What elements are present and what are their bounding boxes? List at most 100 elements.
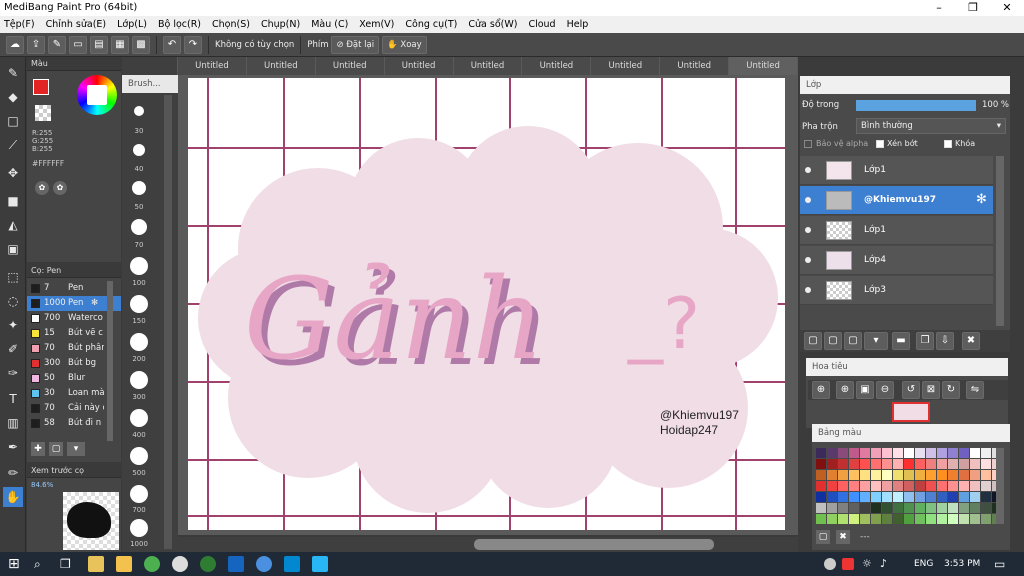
- color-swatch[interactable]: [882, 492, 892, 502]
- color-swatch[interactable]: [915, 470, 925, 480]
- menu-file[interactable]: Tệp(F): [4, 19, 35, 30]
- eyedropper-tool-icon[interactable]: ✒: [3, 437, 23, 457]
- color-swatch[interactable]: [926, 503, 936, 513]
- color-swatch[interactable]: [915, 514, 925, 524]
- color-swatch[interactable]: [849, 459, 859, 469]
- color-swatch[interactable]: [915, 492, 925, 502]
- gradient-tool-icon[interactable]: ▣: [3, 239, 23, 259]
- divide-tool-icon[interactable]: ▥: [3, 413, 23, 433]
- size-dot[interactable]: [134, 106, 144, 116]
- navigator-thumbnail[interactable]: [892, 402, 930, 422]
- color-swatch[interactable]: [959, 503, 969, 513]
- color-swatch[interactable]: [926, 481, 936, 491]
- size-dot[interactable]: [130, 519, 148, 537]
- color-picker-square[interactable]: [87, 85, 107, 105]
- color-swatch[interactable]: [937, 481, 947, 491]
- merge-layer-icon[interactable]: ⇩: [936, 332, 954, 350]
- color-swatch[interactable]: [838, 514, 848, 524]
- color-swatch[interactable]: [959, 448, 969, 458]
- eye-icon[interactable]: [805, 167, 811, 173]
- color-swatch[interactable]: [860, 448, 870, 458]
- color-swatch[interactable]: [849, 492, 859, 502]
- color-swatch[interactable]: [838, 503, 848, 513]
- medibang-icon[interactable]: [172, 556, 188, 572]
- color-swatch[interactable]: [904, 492, 914, 502]
- color-swatch[interactable]: [937, 470, 947, 480]
- size-dot[interactable]: [130, 333, 148, 351]
- color-swatch[interactable]: [948, 503, 958, 513]
- color-swatch[interactable]: [904, 514, 914, 524]
- color-swatch[interactable]: [959, 481, 969, 491]
- select-eraser-tool-icon[interactable]: ✑: [3, 363, 23, 383]
- trash-icon[interactable]: ✖: [836, 530, 850, 544]
- eraser-tool-icon[interactable]: ◆: [3, 87, 23, 107]
- color-swatch[interactable]: [860, 503, 870, 513]
- reset-button[interactable]: ⊘ Đặt lại: [331, 35, 380, 54]
- cloud-icon[interactable]: ☁: [6, 35, 24, 54]
- tray-icon[interactable]: [824, 558, 836, 570]
- save-icon[interactable]: ▤: [90, 35, 108, 54]
- color-swatch[interactable]: [893, 514, 903, 524]
- color-swatch[interactable]: [937, 459, 947, 469]
- opacity-slider[interactable]: [856, 100, 976, 111]
- color-swatch[interactable]: [860, 459, 870, 469]
- droplet-icon[interactable]: [312, 556, 328, 572]
- color-swatch[interactable]: [904, 459, 914, 469]
- eye-icon[interactable]: [805, 227, 811, 233]
- color-swatch[interactable]: [827, 503, 837, 513]
- new-brush-icon[interactable]: ▢: [49, 442, 63, 456]
- fit-icon[interactable]: ▣: [856, 381, 874, 399]
- color-swatch[interactable]: [970, 503, 980, 513]
- color-swatch[interactable]: [948, 481, 958, 491]
- photos-icon[interactable]: [228, 556, 244, 572]
- color-swatch[interactable]: [915, 481, 925, 491]
- add-swatch-icon[interactable]: ▢: [816, 530, 830, 544]
- bucket-tool-icon[interactable]: ◭: [3, 215, 23, 235]
- color-swatch[interactable]: [849, 470, 859, 480]
- move-tool-icon[interactable]: ✥: [3, 163, 23, 183]
- color-swatch[interactable]: [871, 459, 881, 469]
- color-swatch[interactable]: [970, 492, 980, 502]
- menu-tools[interactable]: Công cụ(T): [405, 19, 457, 30]
- rect-tool-icon[interactable]: □: [3, 111, 23, 131]
- color-swatch[interactable]: [860, 492, 870, 502]
- new-8bit-layer-icon[interactable]: ▢: [824, 332, 842, 350]
- color-swatch[interactable]: [849, 514, 859, 524]
- add-brush-icon[interactable]: ✚: [31, 442, 45, 456]
- color-swatch[interactable]: [926, 470, 936, 480]
- menu-edit[interactable]: Chỉnh sửa(E): [46, 19, 107, 30]
- color-swatch[interactable]: [981, 448, 991, 458]
- menu-color[interactable]: Màu (C): [311, 19, 348, 30]
- color-swatch[interactable]: [959, 459, 969, 469]
- color-swatch[interactable]: [816, 492, 826, 502]
- select-pen-tool-icon[interactable]: ✐: [3, 339, 23, 359]
- language-indicator[interactable]: ENG: [914, 559, 933, 569]
- lasso-tool-icon[interactable]: ◌: [3, 291, 23, 311]
- color-swatch[interactable]: [937, 514, 947, 524]
- palette-scrollbar[interactable]: [996, 448, 1004, 524]
- color-swatch[interactable]: [904, 481, 914, 491]
- clock[interactable]: 3:53 PM: [944, 559, 980, 569]
- color-swatch[interactable]: [816, 481, 826, 491]
- size-dot[interactable]: [130, 409, 148, 427]
- reset-view-icon[interactable]: ⊠: [922, 381, 940, 399]
- color-swatch[interactable]: [926, 459, 936, 469]
- color-swatch[interactable]: [981, 514, 991, 524]
- rotate-right-icon[interactable]: ↻: [942, 381, 960, 399]
- undo-icon[interactable]: ↶: [163, 35, 181, 54]
- color-swatch[interactable]: [904, 470, 914, 480]
- duplicate-layer-icon[interactable]: ❐: [916, 332, 934, 350]
- new-layer-icon[interactable]: ▢: [804, 332, 822, 350]
- color-swatch[interactable]: [827, 448, 837, 458]
- color-swatch[interactable]: [970, 514, 980, 524]
- color-swatch[interactable]: [849, 503, 859, 513]
- color-swatch[interactable]: [981, 470, 991, 480]
- color-swatch[interactable]: [827, 514, 837, 524]
- color-swatch[interactable]: [882, 459, 892, 469]
- tray-v-icon[interactable]: [842, 558, 854, 570]
- color-set-icon[interactable]: ✿: [53, 181, 67, 195]
- color-swatch[interactable]: [838, 448, 848, 458]
- transparent-color-swatch[interactable]: [35, 105, 51, 121]
- color-swatch[interactable]: [893, 459, 903, 469]
- folder-icon[interactable]: ▬: [892, 332, 910, 350]
